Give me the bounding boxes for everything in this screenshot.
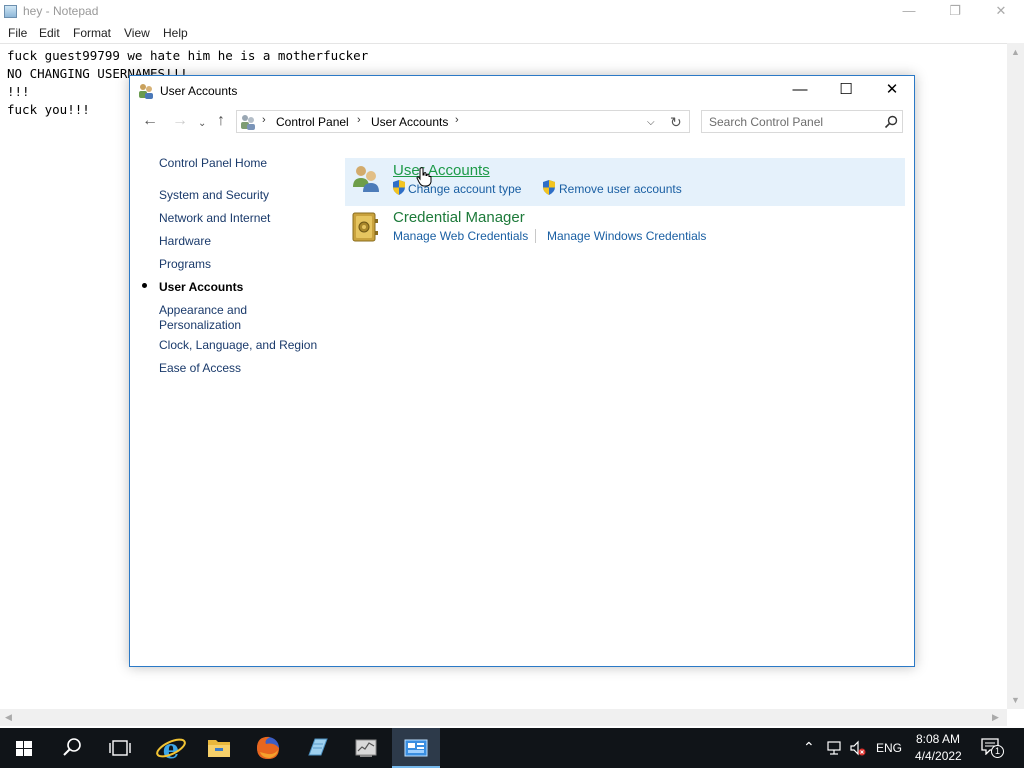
user-accounts-icon bbox=[353, 166, 379, 192]
scroll-down-arrow-icon[interactable]: ▼ bbox=[1011, 695, 1020, 705]
control-panel-taskbar-button[interactable] bbox=[392, 728, 440, 768]
uac-shield-icon bbox=[393, 180, 405, 195]
minimize-button[interactable]: — bbox=[777, 76, 823, 106]
speaker-muted-icon[interactable] bbox=[849, 739, 867, 757]
sidebar-item-ease-of-access[interactable]: Ease of Access bbox=[159, 361, 241, 376]
refresh-icon[interactable]: ↻ bbox=[670, 114, 682, 131]
scroll-left-arrow-icon[interactable]: ◀ bbox=[5, 712, 12, 723]
notepad-restore-button[interactable]: ❐ bbox=[932, 0, 978, 23]
start-button[interactable] bbox=[0, 728, 48, 768]
show-hidden-icons-chevron-icon[interactable]: ⌃ bbox=[803, 739, 815, 756]
maximize-button[interactable]: ☐ bbox=[823, 76, 869, 106]
control-panel-window: User Accounts — ☐ ✕ ← → ⌄ ↑ › Control Pa… bbox=[129, 75, 915, 667]
search-taskbar-button[interactable] bbox=[48, 728, 96, 768]
forward-arrow-icon[interactable]: → bbox=[172, 113, 188, 129]
server-manager-taskbar-button[interactable] bbox=[342, 728, 390, 768]
recent-locations-chevron-icon[interactable]: ⌄ bbox=[198, 116, 206, 132]
sidebar-item-user-accounts[interactable]: User Accounts bbox=[159, 280, 243, 295]
notepad-menubar: File Edit Format View Help bbox=[0, 23, 1024, 43]
task-view-button[interactable] bbox=[96, 728, 144, 768]
network-icon[interactable] bbox=[826, 739, 844, 757]
action-center-button[interactable]: 1 bbox=[980, 737, 1004, 759]
clock-time[interactable]: 8:08 AM bbox=[916, 732, 960, 746]
notepad-horizontal-scrollbar[interactable]: ◀ ▶ bbox=[0, 709, 1007, 726]
task-view-icon bbox=[109, 740, 131, 756]
text-line: fuck you!!! bbox=[7, 102, 90, 117]
credential-manager-vault-icon bbox=[352, 212, 378, 242]
sidebar-item-system-and-security[interactable]: System and Security bbox=[159, 188, 269, 203]
user-accounts-icon bbox=[241, 115, 255, 130]
menu-format[interactable]: Format bbox=[73, 26, 111, 40]
active-indicator-bullet bbox=[142, 283, 147, 288]
windows-logo-icon bbox=[16, 741, 32, 756]
text-line: !!! bbox=[7, 84, 30, 99]
close-button[interactable]: ✕ bbox=[869, 76, 915, 106]
notepad-titlebar[interactable]: hey - Notepad — ❐ ✕ bbox=[0, 0, 1024, 23]
category-credential-manager[interactable]: Credential Manager Manage Web Credential… bbox=[345, 206, 905, 254]
search-icon bbox=[63, 738, 81, 756]
navigation-bar: ← → ⌄ ↑ › Control Panel › User Accounts … bbox=[130, 108, 914, 136]
scroll-up-arrow-icon[interactable]: ▲ bbox=[1011, 47, 1020, 57]
internet-explorer-taskbar-button[interactable]: e bbox=[147, 728, 195, 768]
breadcrumb-chevron-icon[interactable]: › bbox=[262, 114, 266, 126]
notepad-minimize-button[interactable]: — bbox=[886, 0, 932, 23]
notepad-close-button[interactable]: ✕ bbox=[978, 0, 1024, 23]
address-dropdown-chevron-icon[interactable]: ⌵ bbox=[647, 117, 655, 128]
notepad-icon bbox=[4, 5, 17, 18]
user-accounts-icon bbox=[139, 84, 153, 99]
link-separator bbox=[535, 229, 536, 243]
notepad-vertical-scrollbar[interactable]: ▲ ▼ bbox=[1007, 43, 1024, 709]
notepad-icon bbox=[308, 738, 328, 756]
manage-windows-credentials-link[interactable]: Manage Windows Credentials bbox=[547, 229, 706, 243]
credential-manager-heading-link[interactable]: Credential Manager bbox=[393, 209, 525, 226]
file-explorer-taskbar-button[interactable] bbox=[195, 728, 243, 768]
manage-web-credentials-link[interactable]: Manage Web Credentials bbox=[393, 229, 528, 243]
sidebar-item-hardware[interactable]: Hardware bbox=[159, 234, 211, 249]
scroll-right-arrow-icon[interactable]: ▶ bbox=[992, 712, 999, 723]
menu-view[interactable]: View bbox=[124, 26, 150, 40]
user-accounts-heading-link[interactable]: User Accounts bbox=[393, 162, 490, 179]
control-panel-titlebar[interactable]: User Accounts — ☐ ✕ bbox=[130, 76, 914, 106]
clock-date[interactable]: 4/4/2022 bbox=[915, 749, 962, 763]
remove-user-accounts-link[interactable]: Remove user accounts bbox=[559, 182, 682, 196]
sidebar-item-appearance-and-personalization[interactable]: Appearance and Personalization bbox=[159, 303, 269, 333]
search-box[interactable] bbox=[701, 110, 903, 133]
notepad-title: hey - Notepad bbox=[23, 4, 99, 18]
menu-edit[interactable]: Edit bbox=[39, 26, 60, 40]
control-panel-icon bbox=[404, 739, 428, 757]
notepad-taskbar-button[interactable] bbox=[293, 728, 341, 768]
server-manager-icon bbox=[355, 739, 377, 757]
control-panel-home-link[interactable]: Control Panel Home bbox=[159, 156, 267, 170]
search-icon[interactable] bbox=[883, 114, 899, 130]
sidebar-item-clock-language-and-region[interactable]: Clock, Language, and Region bbox=[159, 338, 317, 353]
firefox-taskbar-button[interactable] bbox=[244, 728, 292, 768]
internet-explorer-icon: e bbox=[156, 735, 186, 765]
breadcrumb-user-accounts[interactable]: User Accounts bbox=[371, 115, 448, 129]
notification-count-badge: 1 bbox=[991, 745, 1004, 758]
taskbar: e ⌃ ENG 8:08 AM 4/4/2022 1 bbox=[0, 728, 1024, 768]
search-input[interactable] bbox=[709, 115, 869, 129]
menu-file[interactable]: File bbox=[8, 26, 27, 40]
input-language-indicator[interactable]: ENG bbox=[876, 741, 902, 755]
file-explorer-folder-icon bbox=[208, 740, 230, 757]
firefox-icon bbox=[257, 736, 279, 759]
sidebar-item-programs[interactable]: Programs bbox=[159, 257, 211, 272]
back-arrow-icon[interactable]: ← bbox=[142, 113, 158, 129]
window-title: User Accounts bbox=[160, 84, 238, 98]
menu-help[interactable]: Help bbox=[163, 26, 188, 40]
breadcrumb-chevron-icon[interactable]: › bbox=[455, 114, 459, 126]
up-arrow-icon[interactable]: ↑ bbox=[217, 113, 225, 129]
text-line: fuck guest99799 we hate him he is a moth… bbox=[7, 48, 369, 63]
uac-shield-icon bbox=[543, 180, 555, 195]
sidebar-item-network-and-internet[interactable]: Network and Internet bbox=[159, 211, 270, 226]
breadcrumb-chevron-icon[interactable]: › bbox=[357, 114, 361, 126]
breadcrumb-control-panel[interactable]: Control Panel bbox=[276, 115, 349, 129]
hand-pointer-cursor-icon bbox=[416, 167, 432, 187]
address-bar[interactable]: › Control Panel › User Accounts › ⌵ ↻ bbox=[236, 110, 690, 133]
